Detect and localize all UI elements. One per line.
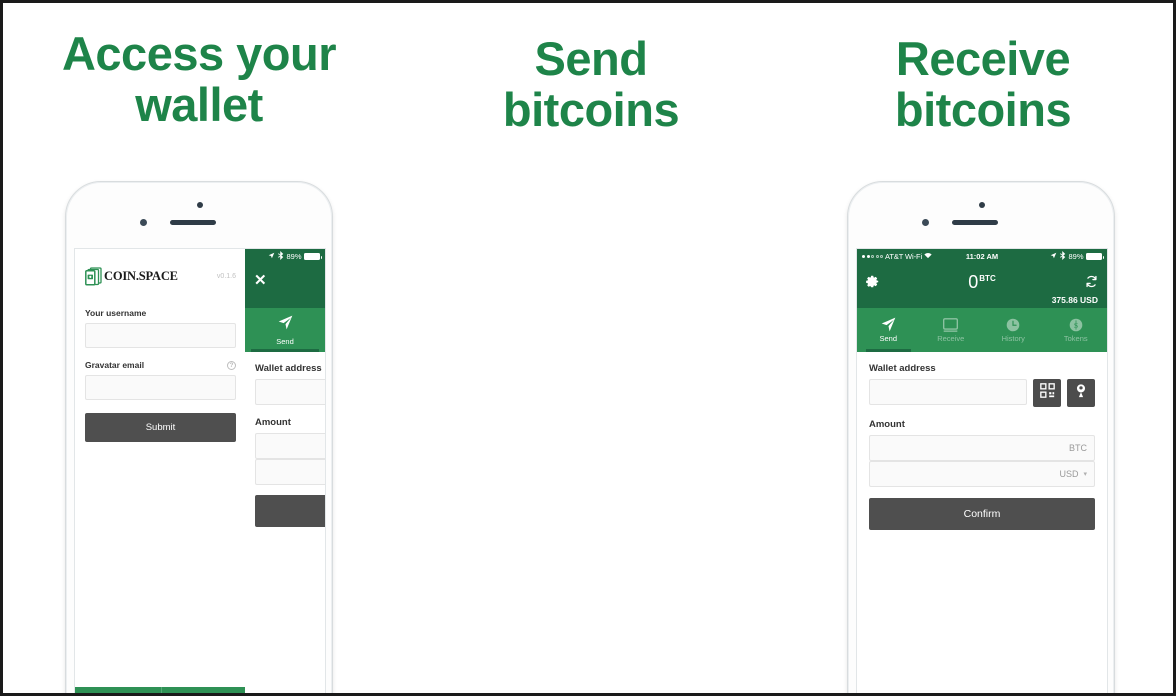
- login-form: Your username Gravatar email ? Submit: [75, 286, 246, 442]
- battery-percent-label: 89%: [1068, 252, 1084, 261]
- drawer-wallet-address-label: Wallet address: [255, 363, 322, 374]
- heading-line-1: Receive: [895, 32, 1071, 85]
- support-button[interactable]: Support: [161, 687, 246, 693]
- column-send-bitcoins: Send bitcoins AT&T Wi-Fi 11:02 AM 89% 0B…: [395, 3, 1115, 693]
- drawer-amount-usd-input[interactable]: [255, 459, 325, 485]
- heading-receive-bitcoins: Receive bitcoins: [787, 32, 1173, 136]
- battery-percent-label: 89%: [286, 252, 302, 261]
- poster-canvas: Access your wallet COIN.SPACE v0.1.6 You…: [0, 0, 1176, 696]
- screen-1: COIN.SPACE v0.1.6 Your username Gravatar…: [74, 248, 326, 693]
- heading-line-2: wallet: [135, 77, 263, 131]
- gravatar-email-input[interactable]: [85, 375, 236, 400]
- login-footer: Logout Support: [75, 687, 246, 693]
- front-camera-icon: [197, 202, 203, 208]
- location-arrow-icon: [1050, 252, 1057, 261]
- login-panel: COIN.SPACE v0.1.6 Your username Gravatar…: [75, 249, 247, 693]
- help-icon[interactable]: ?: [227, 360, 236, 370]
- brand-name: COIN.SPACE: [104, 269, 178, 283]
- gravatar-label: Gravatar email ?: [85, 360, 236, 370]
- drawer-amount-label: Amount: [255, 417, 291, 428]
- username-input[interactable]: [85, 323, 236, 348]
- send-icon: [278, 315, 293, 335]
- coinspace-logo-icon: [85, 267, 102, 286]
- heading-line-1: Access your: [61, 27, 337, 80]
- bluetooth-icon: [277, 251, 284, 262]
- battery-icon: [304, 253, 322, 260]
- heading-access-wallet: Access your wallet: [3, 27, 395, 131]
- close-icon[interactable]: ✕: [254, 273, 267, 288]
- gravatar-label-text: Gravatar email: [85, 360, 145, 370]
- location-arrow-icon: [268, 252, 275, 261]
- drawer-wallet-address-input[interactable]: [255, 379, 325, 405]
- drawer-amount-btc-input[interactable]: [255, 433, 325, 459]
- logout-button[interactable]: Logout: [75, 687, 162, 693]
- phone-mockup-1: COIN.SPACE v0.1.6 Your username Gravatar…: [65, 181, 333, 693]
- drawer-header: ✕: [245, 264, 325, 308]
- earpiece-speaker: [170, 220, 216, 225]
- send-drawer-panel: 89% ✕ Send Wallet address Amount: [245, 249, 325, 693]
- heading-line-1: Send: [534, 32, 648, 85]
- bluetooth-icon: [1059, 251, 1066, 262]
- username-label-text: Your username: [85, 308, 147, 318]
- brand-row: COIN.SPACE v0.1.6: [75, 249, 246, 286]
- battery-icon: [1086, 253, 1104, 260]
- drawer-confirm-button[interactable]: [255, 495, 325, 527]
- heading-line-2: bitcoins: [894, 82, 1072, 136]
- drawer-tab-send[interactable]: Send: [245, 308, 325, 352]
- column-access-wallet: Access your wallet COIN.SPACE v0.1.6 You…: [3, 3, 395, 693]
- drawer-status-bar: 89%: [245, 249, 325, 264]
- column-receive-bitcoins: Receive bitcoins AT&T Wi-Fi: [787, 3, 1173, 693]
- app-version: v0.1.6: [216, 273, 236, 280]
- submit-button[interactable]: Submit: [85, 413, 236, 442]
- username-label: Your username: [85, 308, 236, 318]
- proximity-sensor-icon: [140, 219, 147, 226]
- drawer-form: Wallet address Amount: [245, 352, 325, 527]
- drawer-tab-label: Send: [276, 336, 294, 346]
- heading-send-bitcoins: Send bitcoins: [395, 32, 787, 136]
- heading-line-2: bitcoins: [502, 82, 680, 136]
